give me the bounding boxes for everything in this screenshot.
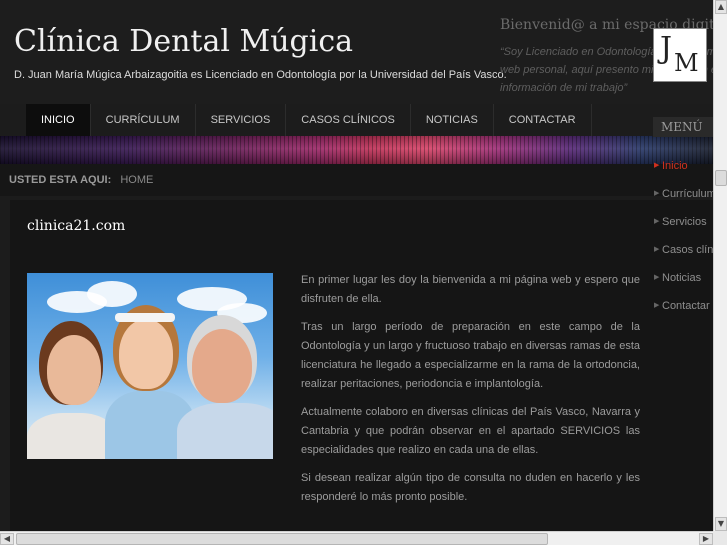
breadcrumb-label: USTED ESTA AQUI: [9,174,112,186]
clinic-logo[interactable]: J M [653,28,707,82]
breadcrumb: USTED ESTA AQUI: HOME [0,164,713,196]
sidebar-item-label: Contactar [662,300,710,312]
sidebar-item-servicios[interactable]: ▶ Servicios [653,208,713,236]
sidebar-item-contactar[interactable]: ▶ Contactar [653,292,713,320]
article-paragraph: Actualmente colaboro en diversas clínica… [301,406,640,456]
sidebar-item-label: Currículum [662,188,713,200]
sidebar-item-label: Inicio [662,160,688,172]
triangle-right-icon: ▶ [654,218,660,225]
vertical-scrollbar[interactable]: ▲ ▼ [713,0,727,531]
triangle-right-icon: ▶ [654,302,660,309]
vertical-scroll-thumb[interactable] [715,170,727,186]
sidebar-item-label: Servicios [662,216,707,228]
site-title[interactable]: Clínica Dental Múgica [14,24,353,59]
sidebar-item-label: Casos clínicos [662,244,713,256]
nav-item-servicios[interactable]: SERVICIOS [196,104,287,136]
site-header: Clínica Dental Múgica D. Juan María Múgi… [0,0,713,104]
nav-item-curriculum[interactable]: CURRÍCULUM [91,104,196,136]
nav-item-contactar[interactable]: CONTACTAR [494,104,592,136]
site-description: D. Juan María Múgica Arbaizagoitia es Li… [14,69,507,81]
horizontal-scrollbar[interactable]: ◀ ▶ [0,531,713,545]
triangle-right-icon: ▶ [654,246,660,253]
sidebar-item-label: Noticias [662,272,702,284]
triangle-right-icon: ▶ [654,162,660,169]
arrow-up-icon[interactable]: ▲ [715,0,727,14]
sidebar-menu: ▶ Inicio ▶ Currículum ▶ Servicios ▶ Casos cl… [653,152,713,320]
breadcrumb-home-link[interactable]: HOME [120,174,153,186]
sidebar-menu-title: MENÚ [653,117,713,137]
article-body: En primer lugar les doy la bienvenida a … [301,271,640,516]
arrow-left-icon[interactable]: ◀ [0,533,14,545]
horizontal-scroll-thumb[interactable] [16,533,548,545]
triangle-right-icon: ▶ [654,274,660,281]
header-banner [0,136,713,164]
scrollbar-corner [713,531,727,545]
nav-item-inicio[interactable]: INICIO [26,104,91,136]
sidebar-item-inicio[interactable]: ▶ Inicio [653,152,713,180]
sidebar-item-noticias[interactable]: ▶ Noticias [653,264,713,292]
nav-item-casos-clinicos[interactable]: CASOS CLÍNICOS [286,104,411,136]
sidebar-item-curriculum[interactable]: ▶ Currículum [653,180,713,208]
article-title: clinica21.com [27,218,126,234]
main-content: clinica21.com En primer lugar les doy la… [10,200,713,531]
main-nav: INICIO CURRÍCULUM SERVICIOS CASOS CLÍNIC… [26,104,592,136]
article-paragraph: Tras un largo período de preparación en … [301,321,640,390]
nav-item-noticias[interactable]: NOTICIAS [411,104,494,136]
page: Clínica Dental Múgica D. Juan María Múgi… [0,0,713,531]
article-paragraph: Si desean realizar algún tipo de consult… [301,472,640,503]
triangle-right-icon: ▶ [654,190,660,197]
sidebar-item-casos-clinicos[interactable]: ▶Casos clínicos [653,236,713,264]
article-paragraph: En primer lugar les doy la bienvenida a … [301,274,640,305]
arrow-right-icon[interactable]: ▶ [699,533,713,545]
arrow-down-icon[interactable]: ▼ [715,517,727,531]
family-photo [27,273,273,459]
logo-letter: J [660,31,673,66]
logo-letter: M [674,49,699,77]
